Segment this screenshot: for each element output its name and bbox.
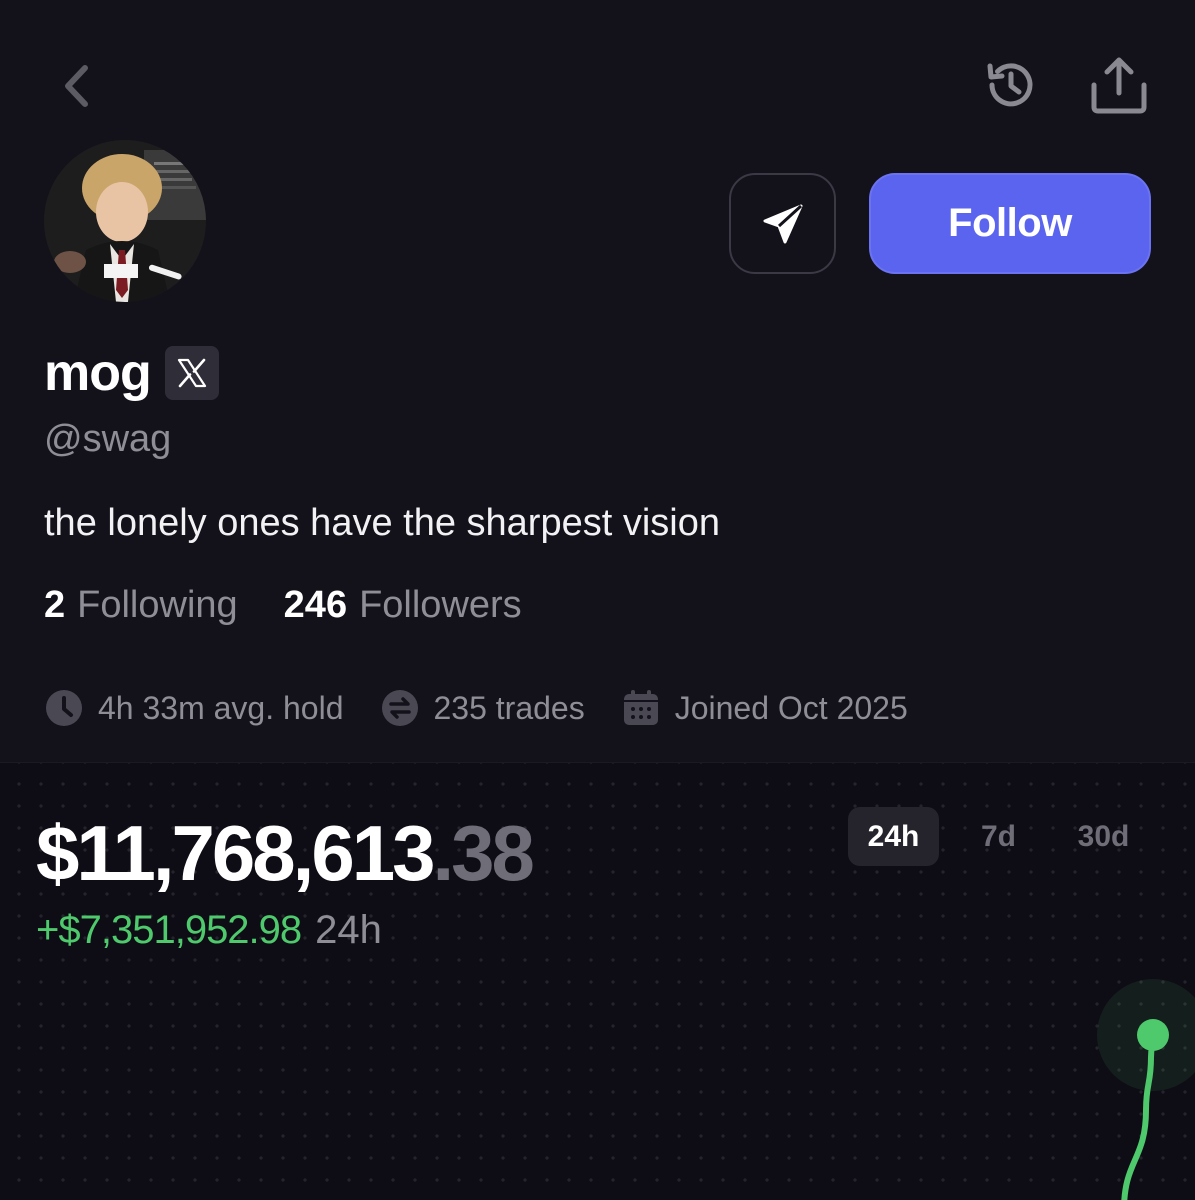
avg-hold-stat: 4h 33m avg. hold <box>44 688 344 728</box>
display-name: mog <box>44 344 152 402</box>
swap-icon <box>380 688 420 728</box>
share-icon <box>1091 57 1147 114</box>
history-button[interactable] <box>978 52 1044 118</box>
top-bar <box>0 0 1195 140</box>
send-message-button[interactable] <box>729 173 836 274</box>
current-point[interactable] <box>1137 1019 1169 1051</box>
avatar-image <box>44 140 206 302</box>
name-row: mog <box>44 338 219 408</box>
joined-stat: Joined Oct 2025 <box>621 688 908 728</box>
followers-label[interactable]: Followers <box>359 584 522 627</box>
user-handle: @swag <box>44 418 172 460</box>
followers-count[interactable]: 246 <box>284 584 347 627</box>
clock-icon <box>44 688 84 728</box>
following-count[interactable]: 2 <box>44 584 65 627</box>
profile-stats: 4h 33m avg. hold 235 trades Joined Oct 2… <box>44 688 944 728</box>
history-icon <box>987 63 1033 107</box>
following-label[interactable]: Following <box>77 584 238 627</box>
joined-text: Joined Oct 2025 <box>674 689 908 726</box>
x-logo-icon <box>177 358 206 388</box>
trades-stat: 235 trades <box>380 688 585 728</box>
back-button[interactable] <box>50 58 102 114</box>
chevron-left-icon <box>65 65 88 107</box>
avg-hold-text: 4h 33m avg. hold <box>98 689 344 726</box>
follow-button[interactable]: Follow <box>869 173 1151 274</box>
trades-text: 235 trades <box>433 689 585 726</box>
portfolio-chart <box>1097 979 1195 1200</box>
follow-counts: 2 Following 246 Followers <box>44 584 522 627</box>
paper-plane-icon <box>763 204 802 243</box>
bio: the lonely ones have the sharpest vision <box>44 502 720 544</box>
share-button[interactable] <box>1084 52 1154 118</box>
avatar <box>44 140 206 302</box>
x-badge[interactable] <box>164 346 219 400</box>
calendar-icon <box>621 688 661 728</box>
